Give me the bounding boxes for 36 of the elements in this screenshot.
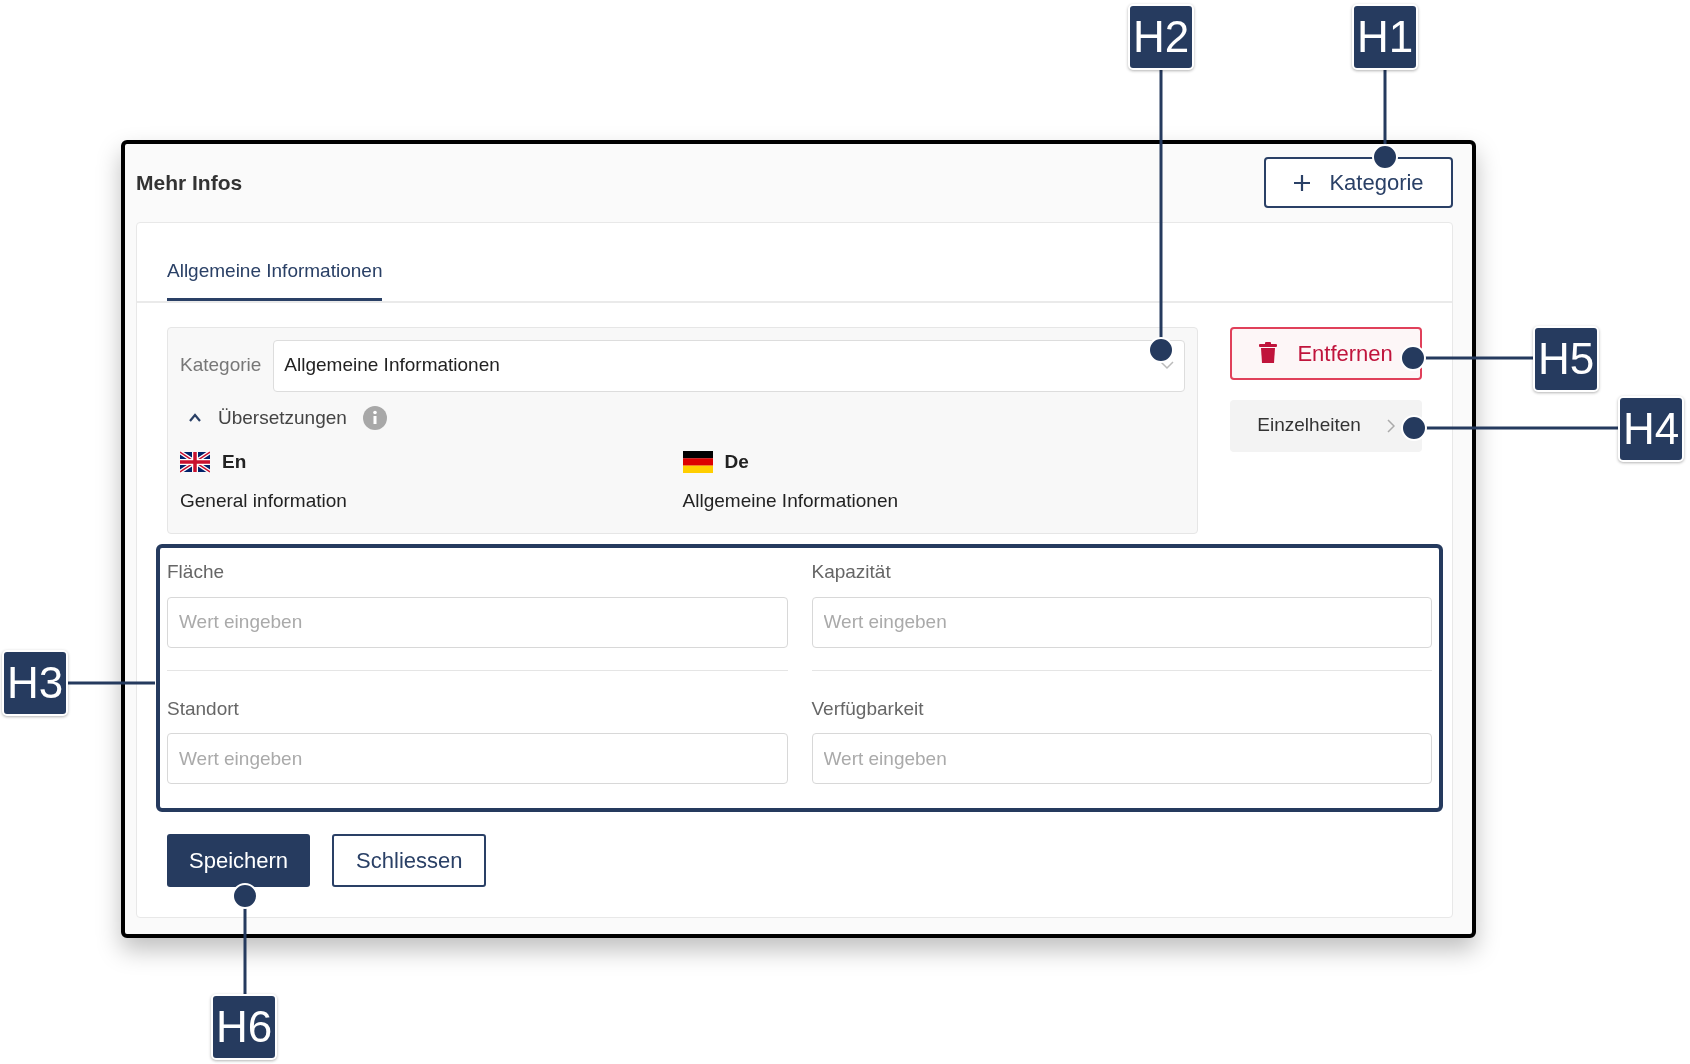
callout-label: H3 (2, 650, 68, 716)
flag-icon (180, 451, 210, 474)
callout-label: H5 (1533, 326, 1599, 392)
input-field[interactable]: Wert eingeben (167, 733, 788, 784)
tab[interactable]: Allgemeine Informationen (167, 257, 383, 301)
field-label: Kapazität (811, 560, 892, 584)
input-field[interactable]: Wert eingeben (811, 733, 1432, 784)
info-icon (362, 405, 387, 430)
save-button[interactable]: Speichern (167, 834, 311, 887)
trash-icon (1259, 342, 1278, 364)
close-button[interactable]: Schliessen (332, 834, 487, 887)
callout-label: H2 (1128, 4, 1194, 70)
field-label: Kategorie (180, 353, 262, 378)
callout-label: H6 (211, 994, 277, 1060)
details-button[interactable]: Einzelheiten (1230, 399, 1422, 452)
translation-text: Allgemeine Informationen (682, 488, 900, 513)
chevron-down-icon (1160, 361, 1175, 370)
field-label: Standort (167, 696, 240, 721)
field-label: Verfügbarkeit (811, 696, 925, 721)
language-code: En (222, 450, 247, 474)
callout-label: H4 (1618, 396, 1684, 462)
language-code: De (724, 450, 749, 474)
chevron-up-icon (188, 413, 202, 423)
add-category-button[interactable]: Kategorie (1264, 157, 1453, 208)
input-field[interactable]: Wert eingeben (167, 596, 788, 648)
translations-toggle[interactable]: Übersetzungen (188, 403, 387, 432)
chevron-right-icon (1386, 418, 1395, 433)
field-label: Fläche (167, 560, 226, 584)
panel-title: Mehr Infos (136, 169, 243, 196)
callout-label: H1 (1352, 4, 1418, 70)
translation-text: General information (180, 488, 348, 513)
flag-icon (682, 451, 713, 474)
input-field[interactable]: Wert eingeben (811, 596, 1432, 648)
plus-icon (1293, 173, 1312, 192)
remove-button[interactable]: Entfernen (1230, 326, 1422, 380)
category-select[interactable]: Allgemeine Informationen (273, 339, 1186, 392)
